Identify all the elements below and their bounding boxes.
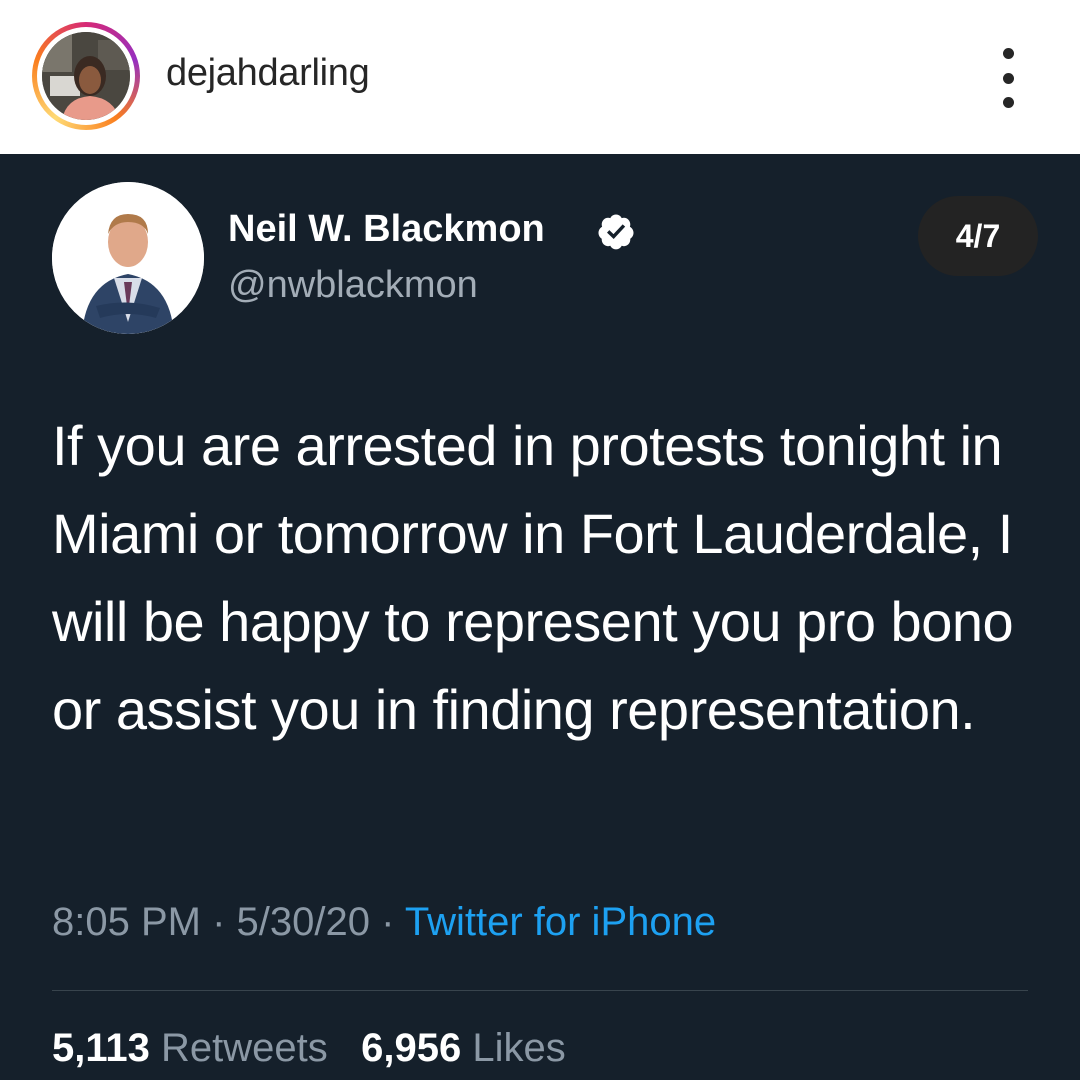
instagram-post-header: dejahdarling: [0, 0, 1080, 154]
story-ring[interactable]: [32, 22, 140, 130]
image-counter-badge: 4/7: [918, 196, 1038, 276]
retweet-stat[interactable]: 5,113 Retweets: [52, 1026, 328, 1070]
tweet-date[interactable]: 5/30/20: [237, 900, 370, 944]
divider: [52, 990, 1028, 991]
tweet-author-handle[interactable]: @nwblackmon: [228, 264, 478, 307]
tweet-timestamp-row: 8:05 PM · 5/30/20 · Twitter for iPhone: [52, 900, 716, 945]
tweet-time[interactable]: 8:05 PM: [52, 900, 201, 944]
like-stat[interactable]: 6,956 Likes: [361, 1026, 566, 1070]
tweet-stats-row: 5,113 Retweets 6,956 Likes: [52, 1026, 566, 1071]
tweet-card: Neil W. Blackmon @nwblackmon 4/7 If you …: [0, 154, 1080, 1080]
meta-separator: ·: [212, 900, 226, 944]
avatar-photo-icon: [42, 32, 130, 120]
tweet-source-link[interactable]: Twitter for iPhone: [405, 900, 716, 944]
meta-separator: ·: [381, 900, 395, 944]
retweets-label: Retweets: [161, 1026, 328, 1070]
tweet-author-name[interactable]: Neil W. Blackmon: [228, 208, 545, 251]
tweet-author-avatar[interactable]: [52, 182, 204, 334]
instagram-avatar[interactable]: [42, 32, 130, 120]
likes-count: 6,956: [361, 1026, 462, 1070]
retweets-count: 5,113: [52, 1026, 150, 1070]
tweet-text: If you are arrested in protests tonight …: [52, 414, 1014, 741]
more-vertical-icon[interactable]: [990, 48, 1026, 108]
instagram-username[interactable]: dejahdarling: [166, 52, 370, 95]
verified-badge-icon: [598, 214, 634, 250]
author-photo-icon: [52, 182, 204, 334]
likes-label: Likes: [472, 1026, 566, 1070]
